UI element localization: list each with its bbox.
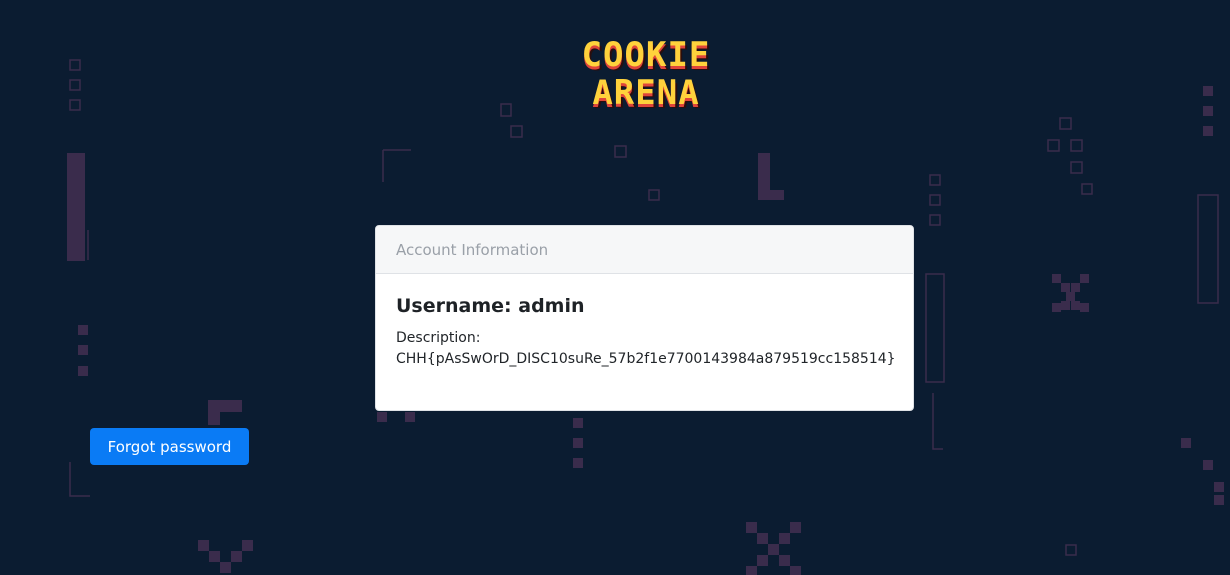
description-value: CHH{pAsSwOrD_DISC10suRe_57b2f1e770014398… [396,351,896,367]
logo-line2: ARENA [592,73,699,113]
logo-line1: COOKIE [582,35,711,75]
username-label: Username: [396,295,512,317]
cookie-arena-logo: COOKIE COOKIE COOKIE ARENA ARENA ARENA [582,35,712,116]
account-info-card: Account Information Username: admin Desc… [375,225,914,411]
description-label: Description: [396,330,481,346]
username-value: admin [518,295,585,317]
forgot-password-button[interactable]: Forgot password [90,428,249,465]
card-header: Account Information [376,226,913,274]
username-line: Username: admin [396,294,893,318]
card-body: Username: admin Description: CHH{pAsSwOr… [376,274,913,370]
